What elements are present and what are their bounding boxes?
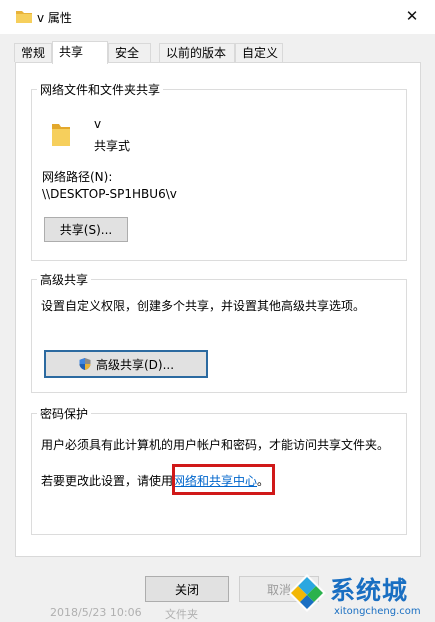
- group-title-advanced-sharing: 高级共享: [37, 271, 92, 288]
- tab-general[interactable]: 常规: [14, 43, 52, 62]
- network-path-label: 网络路径(N):: [42, 170, 113, 184]
- properties-dialog: v 属性 ✕ 常规 共享 安全 以前的版本 自定义 网络文件和文件夹共享 v 共…: [0, 0, 435, 622]
- window-title: v 属性: [37, 11, 72, 25]
- group-title-network-sharing: 网络文件和文件夹共享: [37, 81, 164, 98]
- close-icon[interactable]: ✕: [389, 0, 435, 32]
- background-type: 文件夹: [165, 608, 198, 621]
- change-setting-prefix: 若要更改此设置，请使用: [41, 474, 174, 488]
- sharing-panel: 网络文件和文件夹共享 v 共享式 网络路径(N): \\DESKTOP-SP1H…: [15, 62, 421, 557]
- background-file-row: 2018/5/23 10:06 文件夹: [0, 604, 284, 622]
- close-button[interactable]: 关闭: [145, 576, 229, 602]
- watermark: 系统城 xitongcheng.com: [284, 570, 435, 622]
- share-status: 共享式: [94, 139, 131, 153]
- advanced-sharing-button-label: 高级共享(D)...: [95, 357, 175, 372]
- background-date: 2018/5/23 10:06: [50, 606, 142, 619]
- change-setting-suffix: 。: [257, 474, 270, 488]
- folder-name: v: [94, 117, 102, 131]
- watermark-brand: 系统城: [330, 576, 409, 605]
- tab-sharing[interactable]: 共享: [52, 41, 108, 64]
- group-title-password-protection: 密码保护: [37, 405, 92, 422]
- folder-icon: [52, 124, 70, 146]
- tab-customize[interactable]: 自定义: [235, 43, 283, 62]
- brand-logo-icon: [288, 574, 326, 612]
- network-path-value: \\DESKTOP-SP1HBU6\v: [42, 187, 177, 201]
- tab-security[interactable]: 安全: [108, 43, 151, 62]
- title-bar: v 属性 ✕: [0, 0, 435, 34]
- network-sharing-center-link[interactable]: 网络和共享中心: [173, 474, 257, 488]
- folder-icon: [16, 11, 32, 23]
- watermark-domain: xitongcheng.com: [334, 606, 421, 617]
- tab-previous-versions[interactable]: 以前的版本: [159, 43, 235, 62]
- change-setting-text: 若要更改此设置，请使用网络和共享中心。: [41, 472, 269, 489]
- advanced-sharing-group: 高级共享 设置自定义权限，创建多个共享，并设置其他高级共享选项。 高级共享(D)…: [31, 271, 407, 393]
- network-sharing-group: 网络文件和文件夹共享 v 共享式 网络路径(N): \\DESKTOP-SP1H…: [31, 81, 407, 261]
- advanced-sharing-button[interactable]: 高级共享(D)...: [44, 350, 208, 378]
- password-protection-description: 用户必须具有此计算机的用户帐户和密码，才能访问共享文件夹。: [41, 438, 390, 452]
- share-button[interactable]: 共享(S)...: [44, 217, 128, 242]
- uac-shield-icon: [79, 358, 91, 370]
- password-protection-group: 密码保护 用户必须具有此计算机的用户帐户和密码，才能访问共享文件夹。 若要更改此…: [31, 405, 407, 535]
- advanced-sharing-description: 设置自定义权限，创建多个共享，并设置其他高级共享选项。: [41, 299, 366, 313]
